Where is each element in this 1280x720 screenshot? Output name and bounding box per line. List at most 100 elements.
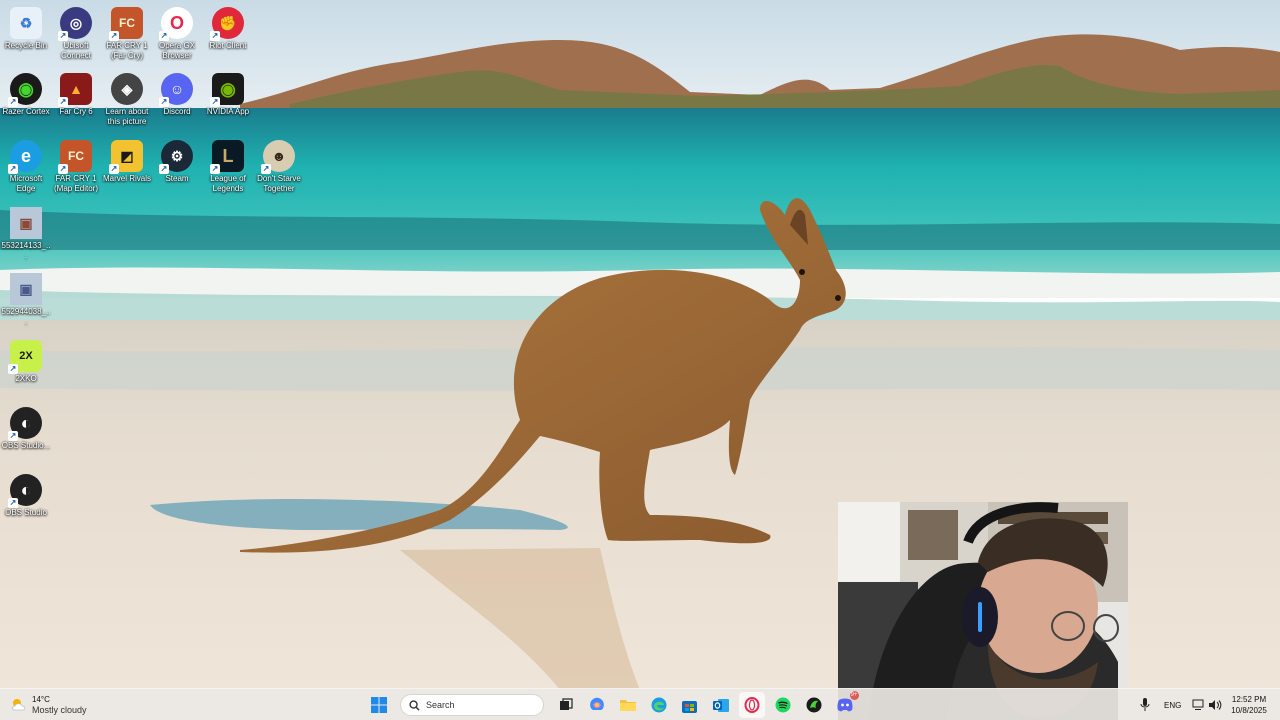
opera-gx-icon: O ↗ — [159, 7, 193, 41]
marvel-rivals-icon: ◩ ↗ — [109, 140, 143, 174]
desktop-icon-ubisoft-connect[interactable]: ◎ ↗ Ubisoft Connect — [50, 4, 102, 61]
taskbar-discord[interactable]: 9+ — [832, 691, 859, 718]
weather-temperature: 14°C — [32, 694, 50, 704]
microphone-icon[interactable] — [1140, 698, 1150, 712]
desktop-icon-photo-1[interactable]: ▣ 553214133_... — [0, 204, 52, 261]
task-view-icon — [559, 698, 573, 710]
desktop-icon-label: NVIDIA App — [206, 107, 250, 116]
desktop-icon-label: Riot Client — [209, 41, 247, 50]
photo-file-icon: ▣ — [10, 273, 42, 305]
clock-date: 10/8/2025 — [1231, 706, 1267, 715]
taskbar-spotify[interactable] — [770, 692, 796, 718]
desktop-icon-label: Ubisoft Connect — [61, 41, 91, 60]
far-cry-6-icon: ▲ ↗ — [58, 73, 92, 107]
photo-file-icon: ▣ — [10, 207, 42, 239]
desktop-icon-label: Steam — [165, 174, 189, 183]
desktop-icon-razer-cortex[interactable]: ◉ ↗ Razer Cortex — [0, 70, 52, 117]
desktop-icon-far-cry-6[interactable]: ▲ ↗ Far Cry 6 — [50, 70, 102, 117]
language-indicator[interactable]: ENG — [1164, 689, 1181, 720]
desktop-icon-2xko[interactable]: 2X ↗ 2XKO — [0, 337, 52, 384]
discord-notification-badge: 9+ — [849, 691, 859, 700]
desktop-icon-label: Opera GX Browser — [158, 41, 195, 60]
recycle-bin-icon: ♻ — [10, 7, 42, 39]
opera-gx-icon — [744, 697, 759, 713]
taskbar-clock[interactable]: 12:52 PM 10/8/2025 — [1224, 694, 1274, 716]
desktop-icon-recycle-bin[interactable]: ♻ Recycle Bin — [0, 4, 52, 51]
taskbar-edge[interactable] — [646, 692, 672, 718]
league-of-legends-icon: L ↗ — [210, 140, 244, 174]
obs-studio-icon: ◐ ↗ — [8, 407, 42, 441]
desktop-icon-label: FAR CRY 1 (Map Editor) — [53, 174, 98, 193]
desktop-icon-obs-studio-1[interactable]: ◐ ↗ OBS Studio... — [0, 404, 52, 451]
clock-time: 12:52 PM — [1231, 695, 1267, 704]
steam-icon: ⚙ ↗ — [159, 140, 193, 174]
far-cry-map-editor-icon: FC ↗ — [58, 140, 92, 174]
desktop-icon-label: Far Cry 6 — [59, 107, 93, 116]
desktop-icon-dont-starve-together[interactable]: ☻ ↗ Don't Starve Together — [253, 137, 305, 194]
riot-client-icon: ✊ ↗ — [210, 7, 244, 41]
desktop-icon-learn-about-picture[interactable]: ◈ Learn about this picture — [101, 70, 153, 127]
taskbar-task-view[interactable] — [553, 692, 579, 718]
start-button[interactable] — [366, 692, 392, 718]
volume-icon — [1209, 700, 1222, 710]
desktop-icon-label: OBS Studio — [5, 508, 47, 517]
desktop-icon-label: Recycle Bin — [4, 41, 48, 50]
copilot-icon — [589, 697, 604, 710]
taskbar-copilot[interactable] — [584, 692, 610, 718]
desktop-icon-nvidia-app[interactable]: ◉ ↗ NVIDIA App — [202, 70, 254, 117]
desktop-icon-riot-client[interactable]: ✊ ↗ Riot Client — [202, 4, 254, 51]
desktop-icon-label: 2XKO — [15, 374, 37, 383]
taskbar-razer[interactable] — [801, 692, 827, 718]
weather-condition: Mostly cloudy — [32, 704, 87, 715]
taskbar-opera-gx[interactable] — [738, 692, 765, 718]
ubisoft-icon: ◎ ↗ — [58, 7, 92, 41]
desktop-icon-label: 552944038_... — [1, 307, 51, 326]
search-icon — [409, 699, 420, 711]
desktop-icon-opera-gx[interactable]: O ↗ Opera GX Browser — [151, 4, 203, 61]
quick-settings[interactable] — [1192, 689, 1222, 720]
edge-icon: e ↗ — [8, 140, 42, 174]
desktop-icon-league-of-legends[interactable]: L ↗ League of Legends — [202, 137, 254, 194]
razer-cortex-icon: ◉ ↗ — [8, 73, 42, 107]
discord-icon: ☺ ↗ — [159, 73, 193, 107]
far-cry-icon: FC ↗ — [109, 7, 143, 41]
desktop-icon-photo-2[interactable]: ▣ 552944038_... — [0, 270, 52, 327]
desktop-icon-label: OBS Studio... — [1, 441, 51, 450]
store-icon — [682, 700, 697, 713]
desktop-icon-obs-studio-2[interactable]: ◐ ↗ OBS Studio — [0, 471, 52, 518]
taskbar: 14°C Mostly cloudy Search 9+ ENG 12:52 P… — [0, 688, 1280, 720]
desktop-icon-label: Learn about this picture — [105, 107, 149, 126]
taskbar-outlook[interactable] — [708, 692, 734, 718]
taskbar-search-box[interactable]: Search — [400, 694, 544, 716]
taskbar-store[interactable] — [677, 692, 703, 718]
learn-picture-icon: ◈ — [111, 73, 143, 105]
desktop-icon-microsoft-edge[interactable]: e ↗ Microsoft Edge — [0, 137, 52, 194]
desktop-icon-label: Discord — [163, 107, 191, 116]
desktop-icon-label: Microsoft Edge — [9, 174, 43, 193]
spotify-icon — [775, 697, 790, 713]
windows-start-icon — [370, 697, 387, 713]
file-explorer-icon — [619, 700, 636, 711]
search-placeholder: Search — [426, 700, 455, 710]
desktop-icon-label: FAR CRY 1 (Far Cry) — [106, 41, 148, 60]
taskbar-file-explorer[interactable] — [615, 692, 641, 718]
desktop-icon-label: Marvel Rivals — [102, 174, 151, 183]
razer-icon — [806, 697, 821, 713]
cloud-sun-icon — [12, 699, 26, 711]
desktop-icon-label: Razer Cortex — [2, 107, 50, 116]
2xko-icon: 2X ↗ — [8, 340, 42, 374]
desktop-icon-label: 553214133_... — [1, 241, 51, 260]
outlook-icon — [712, 698, 729, 712]
desktop-icon-label: Don't Starve Together — [257, 174, 301, 193]
desktop-icon-label: League of Legends — [210, 174, 246, 193]
weather-widget[interactable]: 14°C Mostly cloudy — [10, 693, 87, 717]
desktop-icon-steam[interactable]: ⚙ ↗ Steam — [151, 137, 203, 184]
discord-icon — [836, 698, 853, 712]
desktop-icon-discord[interactable]: ☺ ↗ Discord — [151, 70, 203, 117]
edge-icon — [651, 697, 666, 713]
nvidia-icon: ◉ ↗ — [210, 73, 244, 107]
dont-starve-icon: ☻ ↗ — [261, 140, 295, 174]
desktop-icon-marvel-rivals[interactable]: ◩ ↗ Marvel Rivals — [101, 137, 153, 184]
desktop-icon-far-cry-map-editor[interactable]: FC ↗ FAR CRY 1 (Map Editor) — [50, 137, 102, 194]
desktop-icon-far-cry[interactable]: FC ↗ FAR CRY 1 (Far Cry) — [101, 4, 153, 61]
